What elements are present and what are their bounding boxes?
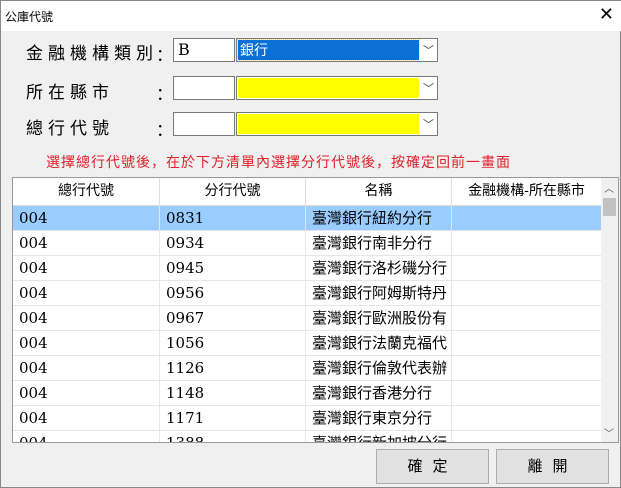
city-dropdown[interactable]: ﹀ (236, 76, 438, 100)
table-cell: 1148 (160, 381, 306, 405)
title-bar: 公庫代號 ✕ (1, 1, 621, 31)
institution-type-dropdown[interactable]: 銀行 ﹀ (236, 38, 438, 62)
table-cell: 臺灣銀行倫敦代表辦 (306, 356, 452, 380)
scroll-up-icon[interactable]: ︿ (604, 180, 614, 195)
table-cell: 1171 (160, 406, 306, 430)
table-cell: 0956 (160, 281, 306, 305)
table-cell (452, 431, 602, 442)
table-row[interactable]: 004 0934 臺灣銀行南非分行 (13, 231, 602, 256)
table-cell: 004 (13, 331, 160, 355)
chevron-down-icon[interactable]: ﹀ (423, 116, 434, 132)
scroll-thumb[interactable] (603, 198, 616, 216)
table-cell: 臺灣銀行東京分行 (306, 406, 452, 430)
table-cell: 臺灣銀行洛杉磯分行 (306, 256, 452, 280)
column-header[interactable]: 總行代號 (13, 178, 160, 205)
head-office-selected (238, 114, 419, 134)
table-cell: 臺灣銀行法蘭克福代 (306, 331, 452, 355)
column-header[interactable]: 名稱 (306, 178, 452, 205)
table-cell: 004 (13, 406, 160, 430)
table-cell: 0945 (160, 256, 306, 280)
column-header[interactable]: 分行代號 (160, 178, 306, 205)
table-cell: 臺灣銀行香港分行 (306, 381, 452, 405)
table-cell (452, 206, 602, 230)
head-office-label: 總行代號 (26, 119, 114, 139)
grid-header: 總行代號 分行代號 名稱 金融機構-所在縣市 (13, 178, 602, 206)
table-cell (452, 356, 602, 380)
vertical-scrollbar[interactable]: ︿ ﹀ (601, 178, 618, 442)
table-cell (452, 381, 602, 405)
table-cell: 004 (13, 356, 160, 380)
table-row[interactable]: 004 1171 臺灣銀行東京分行 (13, 406, 602, 431)
table-cell: 004 (13, 431, 160, 442)
head-office-dropdown[interactable]: ﹀ (236, 112, 438, 136)
ok-button[interactable]: 確定 (376, 449, 489, 484)
colon: ： (156, 85, 173, 105)
chevron-down-icon[interactable]: ﹀ (423, 42, 434, 58)
table-row[interactable]: 004 1148 臺灣銀行香港分行 (13, 381, 602, 406)
table-cell: 1126 (160, 356, 306, 380)
institution-type-code-input[interactable]: B (173, 38, 235, 62)
table-cell: 004 (13, 256, 160, 280)
table-row[interactable]: 004 1388 臺灣銀行新加坡分行 (13, 431, 602, 442)
chevron-down-icon[interactable]: ﹀ (423, 80, 434, 96)
scroll-down-icon[interactable]: ﹀ (604, 425, 614, 440)
table-cell: 1056 (160, 331, 306, 355)
column-header[interactable]: 金融機構-所在縣市 (452, 178, 602, 205)
colon: ： (156, 121, 173, 141)
table-cell: 0967 (160, 306, 306, 330)
close-icon[interactable]: ✕ (599, 4, 614, 25)
branch-grid[interactable]: 總行代號 分行代號 名稱 金融機構-所在縣市 004 0831 臺灣銀行紐約分行 00… (12, 177, 619, 443)
table-cell (452, 406, 602, 430)
window-title: 公庫代號 (5, 10, 54, 24)
colon: ： (156, 46, 173, 66)
table-cell: 004 (13, 206, 160, 230)
table-row[interactable]: 004 0967 臺灣銀行歐洲股份有 (13, 306, 602, 331)
table-cell (452, 281, 602, 305)
institution-type-label: 金融機構類別 (26, 44, 158, 64)
table-cell: 004 (13, 381, 160, 405)
table-row[interactable]: 004 1056 臺灣銀行法蘭克福代 (13, 331, 602, 356)
table-cell (452, 306, 602, 330)
table-cell: 臺灣銀行南非分行 (306, 231, 452, 255)
table-cell: 臺灣銀行新加坡分行 (306, 431, 452, 442)
table-row[interactable]: 004 0956 臺灣銀行阿姆斯特丹 (13, 281, 602, 306)
table-cell (452, 231, 602, 255)
table-cell: 臺灣銀行歐洲股份有 (306, 306, 452, 330)
table-cell: 0831 (160, 206, 306, 230)
table-row[interactable]: 004 1126 臺灣銀行倫敦代表辦 (13, 356, 602, 381)
table-row[interactable]: 004 0831 臺灣銀行紐約分行 (13, 206, 602, 231)
head-office-code-input[interactable] (173, 112, 235, 136)
table-cell: 1388 (160, 431, 306, 442)
table-cell: 0934 (160, 231, 306, 255)
institution-type-selected: 銀行 (237, 39, 420, 61)
table-cell: 004 (13, 231, 160, 255)
table-cell: 臺灣銀行阿姆斯特丹 (306, 281, 452, 305)
city-selected (238, 78, 419, 98)
table-row[interactable]: 004 0945 臺灣銀行洛杉磯分行 (13, 256, 602, 281)
table-cell: 004 (13, 281, 160, 305)
table-cell: 臺灣銀行紐約分行 (306, 206, 452, 230)
exit-button[interactable]: 離開 (496, 449, 609, 484)
city-code-input[interactable] (173, 76, 235, 100)
city-label: 所在縣市 (26, 83, 114, 103)
table-cell (452, 256, 602, 280)
instruction-text: 選擇總行代號後，在於下方清單內選擇分行代號後，按確定回前一畫面 (46, 155, 511, 171)
table-cell: 004 (13, 306, 160, 330)
table-cell (452, 331, 602, 355)
